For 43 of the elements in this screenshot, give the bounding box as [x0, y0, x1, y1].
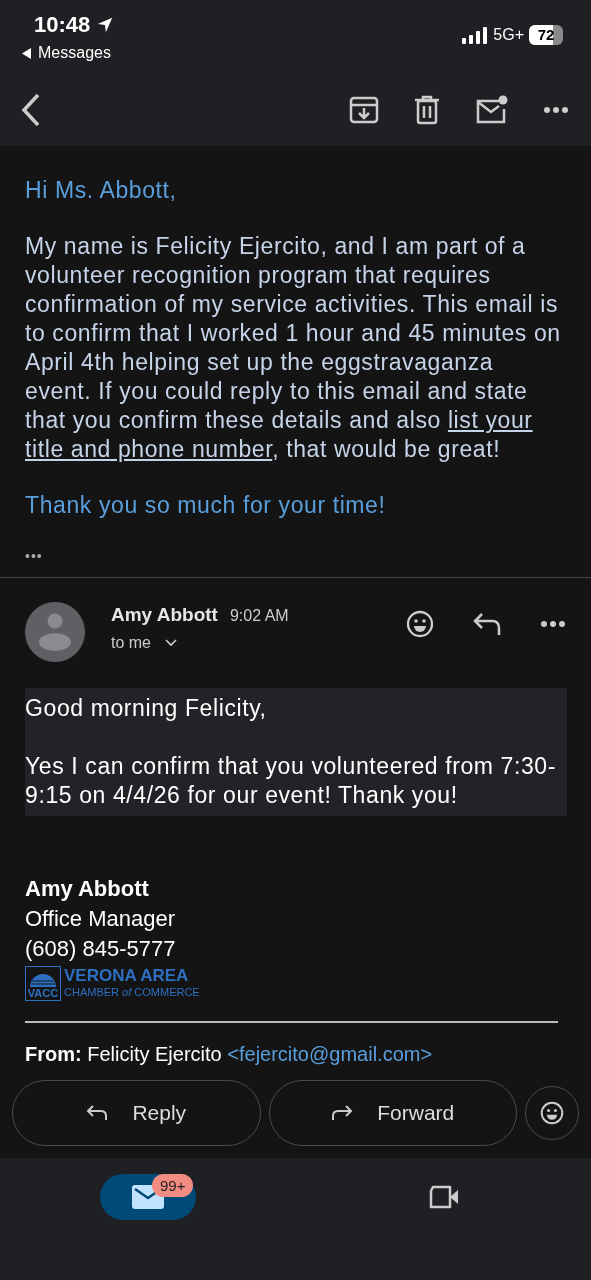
archive-button[interactable] [349, 95, 379, 126]
show-trimmed-button[interactable]: ••• [25, 548, 43, 565]
back-to-app-link[interactable]: Messages [22, 44, 115, 62]
back-button[interactable] [20, 92, 42, 129]
delete-button[interactable] [413, 95, 441, 126]
reply-arrow-icon [86, 1104, 109, 1123]
inline-link[interactable]: list your [447, 407, 533, 434]
emoji-button[interactable] [525, 1086, 579, 1141]
signature-phone: (608) 845-5777 [25, 935, 177, 964]
smiley-icon [540, 1101, 564, 1126]
sent-time: 9:02 AM [229, 607, 289, 626]
clock-time: 10:48 [34, 12, 91, 38]
reply-button[interactable]: Reply [12, 1080, 261, 1147]
forward-button[interactable]: Forward [268, 1080, 517, 1147]
location-arrow-icon [96, 16, 115, 34]
forward-arrow-icon [331, 1104, 354, 1123]
sender-name: Amy Abbott [111, 604, 218, 627]
logo-title: VERONA AREA [64, 967, 190, 984]
back-triangle-icon [22, 47, 32, 59]
more-options-button[interactable] [543, 106, 569, 115]
logo-subtitle: CHAMBER of COMMERCE [64, 984, 200, 1000]
signal-icon [462, 26, 489, 44]
signature-name: Amy Abbott [25, 875, 150, 904]
network-label: 5G+ [493, 26, 524, 44]
recipient-toggle[interactable]: to me [111, 634, 380, 653]
unread-badge: 99+ [152, 1174, 194, 1198]
more-options-button[interactable] [540, 620, 566, 629]
mark-unread-button[interactable] [475, 95, 509, 126]
avatar-icon [25, 602, 85, 663]
video-camera-icon [427, 1185, 460, 1210]
battery-indicator: 72 [529, 25, 563, 45]
logo-mark: VACC [27, 987, 59, 1001]
chevron-down-icon [165, 639, 177, 648]
greeting-text: Hi Ms. Abbott, [25, 176, 178, 206]
closing-text: Thank you so much for your time! [25, 491, 387, 521]
signature-title: Office Manager [25, 905, 176, 934]
quoted-header: From: Felicity Ejercito <fejercito@gmail.com> [25, 1043, 434, 1067]
inline-link[interactable]: title and phone number [25, 436, 273, 463]
reply-text: Yes I can confirm that you volunteered from 7:30-9:15 on 4/4/26 for our event! Thank you! [25, 752, 557, 811]
emoji-reaction-button[interactable] [406, 610, 434, 639]
reply-button[interactable] [472, 611, 502, 638]
message-body: My name is Felicity Ejercito, and I am part of a volunteer recognition program that requires confirmation of my service activities. This email is to confirm that I worked 1 hour and 45 minutes on April 4th helping set up the eggstravaganza event. If you could reply to this email and state that you confirm these details and also list your title and phone number, that would be great! [25, 232, 562, 465]
reply-text: Good morning Felicity, [25, 694, 268, 724]
